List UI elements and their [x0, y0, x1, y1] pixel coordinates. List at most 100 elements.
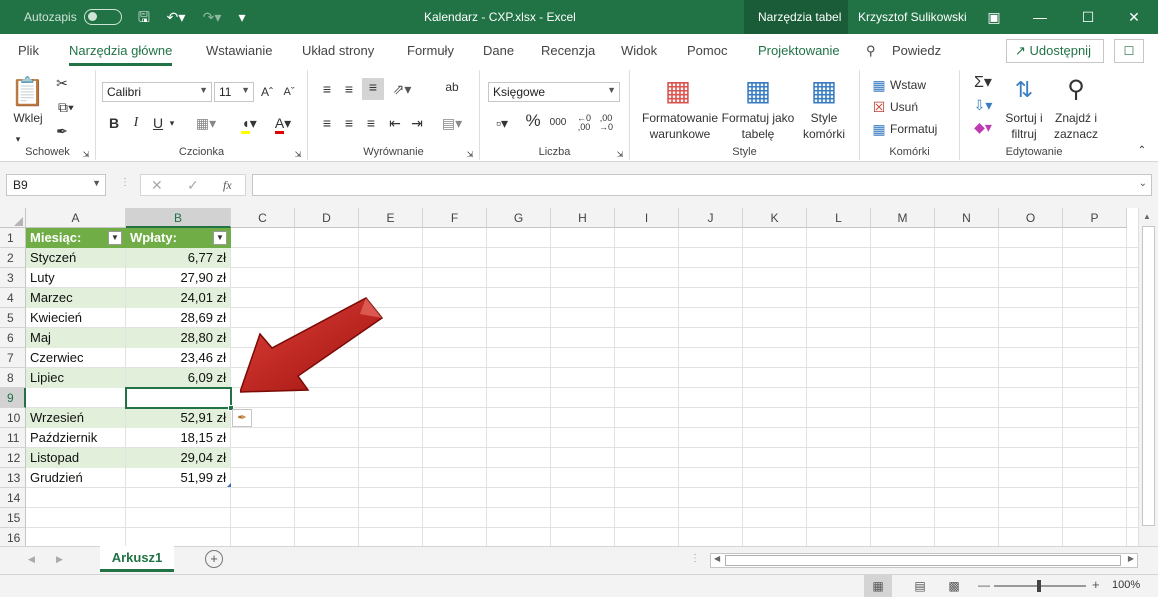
month-cell[interactable]: Luty — [26, 268, 125, 288]
font-name-combo[interactable]: Calibri ▼ — [102, 82, 212, 102]
align-bottom-icon[interactable]: ≡ — [362, 78, 384, 100]
close-icon[interactable]: ✕ — [1124, 8, 1144, 26]
bold-button[interactable]: B — [106, 114, 122, 132]
month-cell[interactable]: Czerwiec — [26, 348, 125, 368]
delete-cells-icon[interactable]: ☒ — [870, 98, 888, 116]
column-header-n[interactable]: N — [935, 208, 999, 228]
borders-icon[interactable]: ▦▾ — [190, 114, 222, 132]
sort-filter-label1[interactable]: Sortuj i — [1000, 110, 1048, 126]
column-header-g[interactable]: G — [487, 208, 551, 228]
ribbon-display-icon[interactable]: ▣ — [984, 8, 1004, 26]
row-header-3[interactable]: 3 — [0, 268, 26, 288]
clear-icon[interactable]: ◆▾ — [970, 118, 996, 136]
payment-cell[interactable]: 52,91 zł — [126, 408, 230, 428]
quick-analysis-icon[interactable]: ✒ — [232, 409, 252, 427]
format-cells-label[interactable]: Formatuj — [890, 121, 950, 137]
chevron-down-icon[interactable]: ⌄ — [1139, 178, 1147, 189]
cell-styles-label2[interactable]: komórki — [794, 126, 854, 142]
row-header-6[interactable]: 6 — [0, 328, 26, 348]
payment-cell[interactable]: 28,80 zł — [126, 328, 230, 348]
normal-view-icon[interactable]: ▦ — [864, 575, 892, 597]
copy-icon[interactable]: ⧉▾ — [52, 98, 80, 116]
row-header-14[interactable]: 14 — [0, 488, 26, 508]
page-break-view-icon[interactable]: ▩ — [940, 575, 968, 597]
table-resize-handle[interactable] — [227, 483, 231, 487]
formula-input[interactable]: ⌄ — [252, 174, 1152, 196]
autosave-toggle[interactable] — [84, 9, 122, 25]
payment-cell[interactable]: 28,69 zł — [126, 308, 230, 328]
comma-style-button[interactable]: 000 — [546, 114, 570, 132]
maximize-icon[interactable]: ☐ — [1078, 8, 1098, 26]
tab-home[interactable]: Narzędzia główne — [69, 43, 173, 66]
tab-formulas[interactable]: Formuły — [407, 43, 454, 58]
conditional-formatting-label2[interactable]: warunkowe — [634, 126, 726, 142]
row-header-1[interactable]: 1 — [0, 228, 26, 248]
row-header-2[interactable]: 2 — [0, 248, 26, 268]
zoom-level[interactable]: 100% — [1112, 579, 1140, 591]
tab-review[interactable]: Recenzja — [541, 43, 595, 58]
month-cell[interactable]: Styczeń — [26, 248, 125, 268]
column-header-p[interactable]: P — [1063, 208, 1127, 228]
column-header-f[interactable]: F — [423, 208, 487, 228]
zoom-slider-thumb[interactable] — [1037, 580, 1041, 592]
month-cell[interactable]: Maj — [26, 328, 125, 348]
next-sheet-icon[interactable]: ▶ — [56, 554, 63, 565]
format-cells-icon[interactable]: ▦ — [870, 120, 888, 138]
tab-file[interactable]: Plik — [18, 43, 39, 58]
comments-icon[interactable]: ☐ — [1114, 39, 1144, 63]
filter-dropdown-icon[interactable]: ▼ — [213, 231, 227, 245]
save-icon[interactable]: 🖫 — [134, 8, 154, 26]
filter-dropdown-icon[interactable]: ▼ — [108, 231, 122, 245]
row-header-9[interactable]: 9 — [0, 388, 26, 408]
collapse-ribbon-icon[interactable]: ⌃ — [1134, 142, 1150, 160]
cut-icon[interactable]: ✂ — [52, 74, 72, 92]
column-header-i[interactable]: I — [615, 208, 679, 228]
zoom-out-icon[interactable]: — — [978, 578, 990, 592]
format-as-table-label2[interactable]: tabelę — [718, 126, 798, 142]
tab-page-layout[interactable]: Układ strony — [302, 43, 374, 58]
payment-cell[interactable]: 18,15 zł — [126, 428, 230, 448]
conditional-formatting-label1[interactable]: Formatowanie — [634, 110, 726, 126]
zoom-in-icon[interactable]: + — [1092, 577, 1100, 592]
tab-design[interactable]: Projektowanie — [758, 43, 840, 58]
column-header-a[interactable]: A — [26, 208, 126, 228]
decrease-indent-icon[interactable]: ⇤ — [386, 114, 404, 132]
column-header-c[interactable]: C — [231, 208, 295, 228]
sheet-tab-arkusz1[interactable]: Arkusz1 — [100, 546, 174, 572]
merge-center-icon[interactable]: ▤▾ — [438, 114, 466, 132]
scroll-up-icon[interactable]: ▲ — [1143, 212, 1151, 221]
increase-indent-icon[interactable]: ⇥ — [408, 114, 426, 132]
prev-sheet-icon[interactable]: ◀ — [28, 554, 35, 565]
increase-decimal-icon[interactable]: ←0,00 — [574, 114, 594, 132]
sort-filter-icon[interactable]: ⇅ — [1008, 74, 1040, 106]
enter-icon[interactable]: ✓ — [187, 177, 199, 194]
month-cell[interactable]: Wrzesień — [26, 408, 125, 428]
decrease-decimal-icon[interactable]: ,00 →0 — [596, 114, 616, 132]
vertical-scrollbar[interactable]: ▲ — [1138, 208, 1158, 546]
grow-font-icon[interactable]: Aˆ — [258, 83, 276, 101]
paste-icon[interactable]: 📋 — [10, 74, 45, 110]
paste-label[interactable]: Wklej — [8, 110, 48, 126]
tab-data[interactable]: Dane — [483, 43, 514, 58]
align-right-icon[interactable]: ≡ — [362, 114, 380, 132]
italic-button[interactable]: I — [128, 114, 144, 132]
month-cell[interactable]: Marzec — [26, 288, 125, 308]
scroll-right-icon[interactable]: ▶ — [1128, 554, 1134, 563]
percent-button[interactable]: % — [524, 112, 542, 130]
month-cell[interactable]: Grudzień — [26, 468, 125, 488]
share-button[interactable]: ↗ Udostępnij — [1006, 39, 1104, 63]
currency-icon[interactable]: ▫▾ — [488, 114, 516, 132]
month-cell[interactable]: Kwiecień — [26, 308, 125, 328]
align-left-icon[interactable]: ≡ — [318, 114, 336, 132]
column-header-e[interactable]: E — [359, 208, 423, 228]
column-header-l[interactable]: L — [807, 208, 871, 228]
column-header-d[interactable]: D — [295, 208, 359, 228]
font-color-icon[interactable]: A▾ — [268, 114, 298, 134]
insert-function-icon[interactable]: fx — [223, 178, 232, 193]
month-cell[interactable]: Październik — [26, 428, 125, 448]
underline-button[interactable]: U — [150, 114, 166, 132]
cancel-icon[interactable]: ✕ — [151, 177, 163, 194]
customize-qat-icon[interactable]: ▾ — [234, 8, 250, 26]
add-sheet-icon[interactable]: + — [205, 550, 223, 568]
redo-icon[interactable]: ↷▾ — [200, 8, 224, 26]
